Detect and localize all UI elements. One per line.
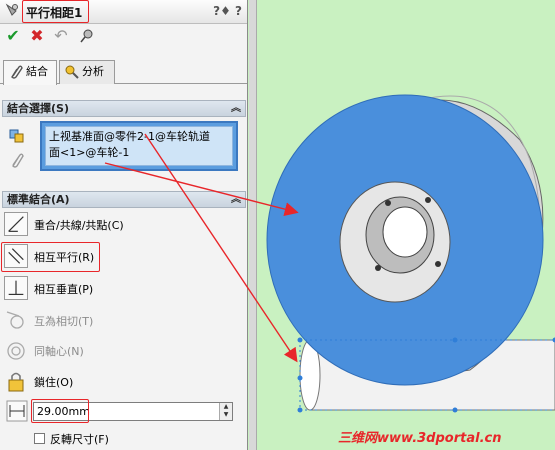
mate-lock-label: 鎖住(O) xyxy=(34,376,74,389)
perpendicular-icon[interactable] xyxy=(4,276,28,300)
distance-highlight-box xyxy=(31,399,89,423)
flip-dimension-checkbox[interactable] xyxy=(34,433,45,444)
cancel-icon[interactable]: ✖ xyxy=(28,27,46,45)
selection-entry-1[interactable]: 上视基准面@零件2-1@车轮轨道 xyxy=(49,129,229,145)
collapse-chevron-icon[interactable]: ︽ xyxy=(231,192,241,207)
tab-analysis-label: 分析 xyxy=(82,65,104,78)
selection-faces-icon xyxy=(9,129,24,143)
graphics-area[interactable] xyxy=(249,0,555,450)
standard-mates-header[interactable]: 標準結合(A) ︽ xyxy=(2,191,246,208)
ok-icon[interactable]: ✔ xyxy=(4,27,22,45)
spin-buttons[interactable]: ▲ ▼ xyxy=(219,403,232,420)
watermark: 三维网www.3dportal.cn xyxy=(338,431,502,446)
mate-concentric: 同軸心(N) xyxy=(4,336,244,364)
coincident-icon[interactable] xyxy=(4,212,28,236)
mate-selection-list-inner: 上视基准面@零件2-1@车轮轨道 面<1>@车轮-1 xyxy=(45,126,233,166)
mate-selections-title: 結合選擇(S) xyxy=(7,102,69,115)
mate-selections-header[interactable]: 結合選擇(S) ︽ xyxy=(2,100,246,117)
mate-coincident-label: 重合/共線/共點(C) xyxy=(34,219,124,232)
mate-concentric-label: 同軸心(N) xyxy=(34,345,84,358)
standard-mates-title: 標準結合(A) xyxy=(7,193,70,206)
parallel-highlight-box xyxy=(1,242,100,272)
mate-perpendicular-label: 相互垂直(P) xyxy=(34,283,94,296)
tangent-icon xyxy=(6,311,24,329)
panel-splitter[interactable] xyxy=(249,0,257,450)
paperclip-icon xyxy=(11,65,23,79)
mate-coincident[interactable]: 重合/共線/共點(C) xyxy=(4,210,244,238)
tab-strip: 結合 分析 xyxy=(0,58,247,85)
mate-tangent: 互為相切(T) xyxy=(4,306,244,334)
tab-analysis[interactable]: 分析 xyxy=(59,60,115,84)
mate-perpendicular[interactable]: 相互垂直(P) xyxy=(4,274,244,302)
mate-tangent-label: 互為相切(T) xyxy=(34,315,94,328)
pushpin-icon[interactable] xyxy=(78,27,96,45)
help-icon[interactable]: ?♦ ? xyxy=(213,4,242,18)
parallel-mate-icon xyxy=(5,3,18,16)
analysis-icon xyxy=(65,65,79,79)
paperclip-icon xyxy=(12,153,24,168)
tab-mates[interactable]: 結合 xyxy=(3,60,57,85)
lock-icon[interactable] xyxy=(4,369,28,393)
selection-entry-2[interactable]: 面<1>@车轮-1 xyxy=(49,145,229,161)
tab-mates-label: 結合 xyxy=(26,65,48,78)
concentric-icon xyxy=(7,342,25,360)
flip-dimension-label: 反轉尺寸(F) xyxy=(50,433,109,446)
distance-icon[interactable] xyxy=(6,400,28,422)
mate-selection-list[interactable]: 上视基准面@零件2-1@车轮轨道 面<1>@车轮-1 xyxy=(40,121,238,171)
collapse-chevron-icon[interactable]: ︽ xyxy=(231,101,241,116)
undo-icon[interactable]: ↶ xyxy=(52,27,70,45)
panel-titlebar: 平行相距1 ?♦ ? xyxy=(0,0,247,24)
title-highlight-box xyxy=(22,0,89,23)
action-bar: ✔ ✖ ↶ xyxy=(0,26,247,48)
mate-lock[interactable]: 鎖住(O) xyxy=(4,367,244,395)
property-manager-panel: 平行相距1 ?♦ ? ✔ ✖ ↶ 結合 分析 結合選擇(S) ︽ 上视基准面@零… xyxy=(0,0,248,450)
